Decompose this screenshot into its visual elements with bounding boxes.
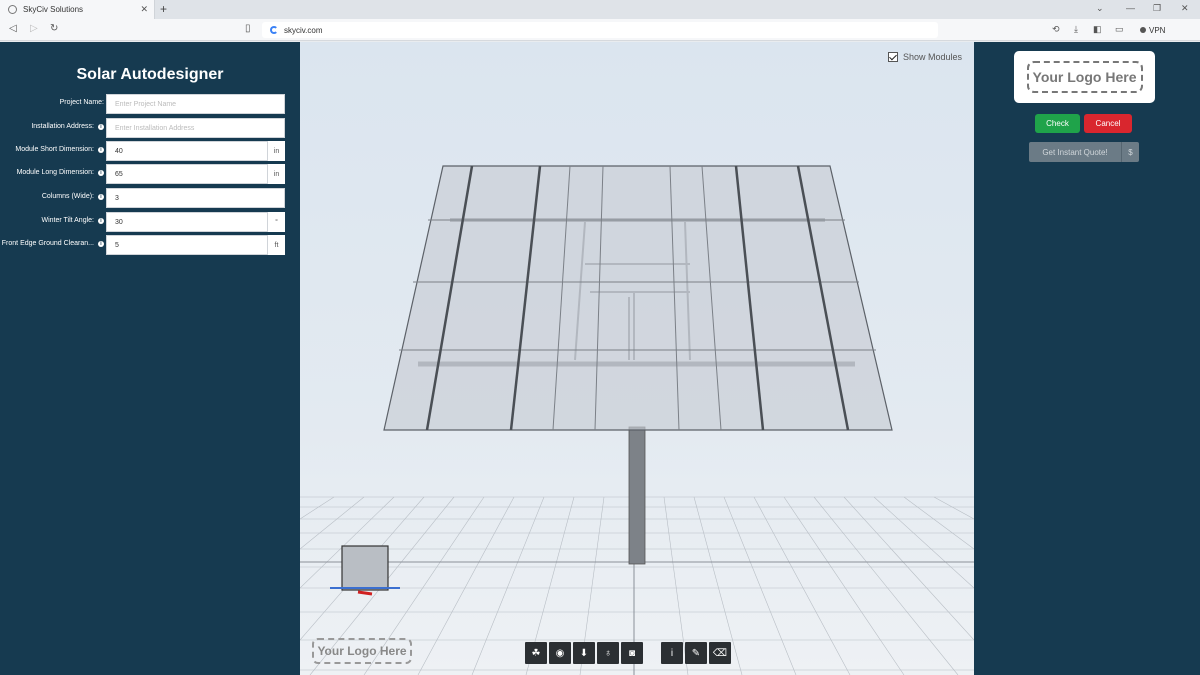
field-input[interactable]: Enter Project Name — [106, 94, 285, 114]
reload-icon[interactable]: ↻ — [50, 23, 58, 34]
info-icon[interactable]: i — [98, 123, 104, 130]
form-row: Installation Address: i Enter Installation… — [0, 118, 300, 138]
form-row: Module Long Dimension: i 65 in — [0, 164, 300, 184]
show-modules-label: Show Modules — [902, 52, 962, 62]
check-button[interactable]: Check — [1035, 114, 1080, 133]
left-panel: Solar Autodesigner Project Name: Enter Pr… — [0, 42, 300, 675]
show-modules-checkbox[interactable] — [887, 52, 898, 62]
form-row: Winter Tilt Angle: i 30 ° — [0, 212, 300, 232]
vpn-button[interactable]: VPN — [1140, 23, 1165, 37]
tab-title: SkyCiv Solutions — [23, 5, 84, 14]
info-icon[interactable]: i — [98, 240, 104, 247]
field-label: Winter Tilt Angle: i — [41, 217, 104, 224]
3d-viewer[interactable]: Show Modules Your Logo Here ☘ ◉ ⬇ ♁ ◙ i … — [300, 42, 974, 675]
new-tab-button[interactable]: + — [160, 2, 167, 16]
cancel-button[interactable]: Cancel — [1084, 114, 1132, 133]
sidebar-icon[interactable]: ◧ — [1093, 24, 1102, 35]
eye-icon[interactable]: ◉ — [549, 642, 571, 664]
instant-quote-button[interactable]: Get Instant Quote! $ — [1029, 142, 1139, 162]
lightbulb-icon[interactable]: ♁ — [597, 642, 619, 664]
info-icon[interactable]: i — [98, 146, 104, 153]
site-icon — [270, 26, 278, 34]
restore-icon[interactable]: ❐ — [1153, 3, 1161, 14]
browser-tab-bar: SkyCiv Solutions ✕ + ⌄ — ❐ ✕ — [0, 0, 1200, 19]
show-modules-toggle[interactable]: Show Modules — [887, 52, 962, 62]
url-text: skyciv.com — [284, 25, 323, 35]
chevron-down-icon[interactable]: ⌄ — [1096, 3, 1104, 14]
scene-canvas[interactable] — [300, 42, 974, 675]
field-label: Project Name: — [59, 99, 104, 106]
logo-card: Your Logo Here — [1014, 51, 1155, 103]
unit-label: in — [267, 141, 285, 161]
layers-icon[interactable]: ☘ — [525, 642, 547, 664]
camera-icon[interactable]: ◙ — [621, 642, 643, 664]
field-label: Module Long Dimension: i — [17, 169, 104, 176]
close-tab-icon[interactable]: ✕ — [140, 4, 148, 15]
instant-quote-label: Get Instant Quote! — [1042, 147, 1108, 157]
download-icon[interactable]: ⬇ — [573, 642, 595, 664]
field-label: Columns (Wide): i — [42, 193, 104, 200]
field-input[interactable]: 40 — [106, 141, 285, 161]
unit-label: ° — [267, 212, 285, 232]
view-cube — [330, 545, 400, 596]
field-label: Installation Address: i — [31, 123, 104, 130]
field-input[interactable]: 3 — [106, 188, 285, 208]
share-icon[interactable]: ⟲ — [1052, 24, 1060, 35]
minimize-icon[interactable]: — — [1126, 3, 1135, 13]
url-field[interactable]: skyciv.com — [262, 22, 938, 38]
unit-label: ft — [267, 235, 285, 255]
vpn-label: VPN — [1149, 25, 1166, 35]
form-row: Columns (Wide): i 3 — [0, 188, 300, 208]
globe-icon — [8, 5, 17, 14]
info-icon[interactable]: i — [98, 193, 104, 200]
field-input[interactable]: 5 — [106, 235, 285, 255]
pencil-icon[interactable]: ✎ — [685, 642, 707, 664]
field-label: Module Short Dimension: i — [15, 146, 104, 153]
forward-icon[interactable]: ▷ — [30, 23, 38, 34]
dollar-icon: $ — [1121, 142, 1139, 162]
bookmark-icon[interactable]: ▯ — [245, 23, 251, 34]
wallet-icon[interactable]: ▭ — [1115, 24, 1124, 35]
info-icon[interactable]: i — [661, 642, 683, 664]
logo-placeholder: Your Logo Here — [1026, 61, 1143, 93]
app-title: Solar Autodesigner — [76, 66, 224, 83]
field-label: Front Edge Ground Clearan... i — [2, 240, 104, 247]
eraser-icon[interactable]: ⌫ — [709, 642, 731, 664]
form-row: Front Edge Ground Clearan... i 5 ft — [0, 235, 300, 255]
info-icon[interactable]: i — [98, 169, 104, 176]
field-input[interactable]: 30 — [106, 212, 285, 232]
info-icon[interactable]: i — [98, 217, 104, 224]
field-input[interactable]: Enter Installation Address — [106, 118, 285, 138]
unit-label: in — [267, 164, 285, 184]
address-bar: ◁ ▷ ↻ ▯ skyciv.com ⟲ ⤓ ◧ ▭ VPN — [0, 19, 1200, 41]
back-icon[interactable]: ◁ — [9, 23, 17, 34]
download-icon[interactable]: ⤓ — [1074, 24, 1078, 35]
solar-panel-array — [383, 165, 893, 431]
viewer-logo: Your Logo Here — [312, 638, 412, 664]
support-post — [628, 426, 646, 565]
right-panel: Your Logo Here Check Cancel Get Instant … — [974, 42, 1200, 675]
browser-tab[interactable]: SkyCiv Solutions ✕ — [0, 0, 155, 19]
field-input[interactable]: 65 — [106, 164, 285, 184]
viewer-toolbar: ☘ ◉ ⬇ ♁ ◙ i ✎ ⌫ — [525, 642, 731, 664]
vpn-icon — [1140, 27, 1146, 33]
close-window-icon[interactable]: ✕ — [1181, 3, 1189, 14]
form-row: Module Short Dimension: i 40 in — [0, 141, 300, 161]
form-row: Project Name: Enter Project Name — [0, 94, 300, 114]
